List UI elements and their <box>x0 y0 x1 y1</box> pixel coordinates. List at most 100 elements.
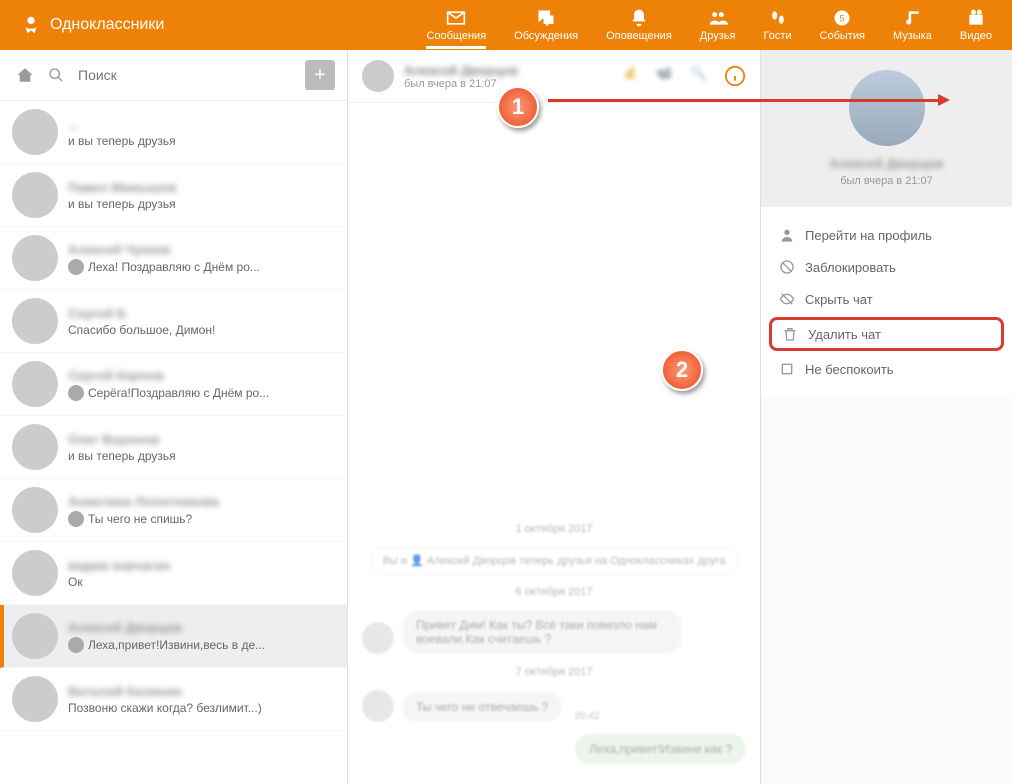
chat-list-item[interactable]: Анжелика Лопатникова Ты чего не спишь? <box>0 479 347 542</box>
nav-notifications[interactable]: Оповещения <box>606 8 672 42</box>
menu-dnd[interactable]: Не беспокоить <box>761 353 1012 385</box>
system-message: Вы и 👤 Алексей Дворцов теперь друзья на … <box>370 547 739 574</box>
menu-block[interactable]: Заблокировать <box>761 251 1012 283</box>
chat-avatar <box>12 487 58 533</box>
chat-list-item[interactable]: Виталий Калинин Позвоню скажи когда? без… <box>0 668 347 731</box>
info-icon[interactable] <box>724 65 746 87</box>
trash-icon <box>782 326 798 342</box>
plus-icon: + <box>314 64 326 87</box>
logo[interactable]: Одноклассники <box>20 14 164 36</box>
chat-name: Алексей Дворцов <box>68 620 335 635</box>
chat-avatar <box>12 298 58 344</box>
chat-header-avatar[interactable] <box>362 60 394 92</box>
chat-list-item[interactable]: вадим корчагин Ок <box>0 542 347 605</box>
search-bar: + <box>0 50 347 101</box>
money-icon[interactable]: 💰 <box>622 65 644 87</box>
search-chat-icon[interactable]: 🔍 <box>690 65 712 87</box>
chat-icon <box>536 8 556 28</box>
home-button[interactable] <box>12 62 38 88</box>
brand-name: Одноклассники <box>50 16 164 34</box>
chat-name: Сергей Карпов <box>68 368 335 383</box>
search-icon <box>48 67 64 83</box>
chat-avatar <box>12 550 58 596</box>
envelope-icon <box>446 8 466 28</box>
messages-area[interactable]: 1 октября 2017 Вы и 👤 Алексей Дворцов те… <box>348 103 760 784</box>
chat-header-actions: 💰 📹 🔍 <box>622 65 746 87</box>
nav-friends[interactable]: Друзья <box>700 8 736 42</box>
chat-avatar <box>12 613 58 659</box>
chat-name: Алексей Чукаев <box>68 242 335 257</box>
chat-preview: Леха,привет!Извини,весь в де... <box>68 637 335 653</box>
ok-logo-icon <box>20 14 42 36</box>
message-time: 20:42 <box>574 711 599 722</box>
mini-avatar <box>68 259 84 275</box>
main: + ... и вы теперь друзья Павел Мамышев и… <box>0 50 1012 784</box>
message-bubble: Ты чего не отвечаешь ? <box>402 692 562 722</box>
chat-list-item[interactable]: Олег Воронов и вы теперь друзья <box>0 416 347 479</box>
chat-list-item[interactable]: ... и вы теперь друзья <box>0 101 347 164</box>
eye-off-icon <box>779 291 795 307</box>
new-chat-button[interactable]: + <box>305 60 335 90</box>
nav-events[interactable]: 5События <box>820 8 865 42</box>
square-icon <box>779 361 795 377</box>
chat-preview: Позвоню скажи когда? безлимит...) <box>68 701 335 715</box>
panel-profile: Алексей Дворцов был вчера в 21:07 <box>761 50 1012 207</box>
sidebar: + ... и вы теперь друзья Павел Мамышев и… <box>0 50 348 784</box>
menu-hide-chat[interactable]: Скрыть чат <box>761 283 1012 315</box>
message-bubble: Леха,привет!Извини как ? <box>575 734 746 764</box>
nav-messages[interactable]: Сообщения <box>426 8 486 42</box>
mini-avatar <box>68 637 84 653</box>
menu-delete-chat[interactable]: Удалить чат <box>769 317 1004 351</box>
chat-preview: Ты чего не спишь? <box>68 511 335 527</box>
chat-list-item[interactable]: Алексей Чукаев Леха! Поздравляю с Днём р… <box>0 227 347 290</box>
chat-avatar <box>12 361 58 407</box>
message-avatar[interactable] <box>362 622 394 654</box>
call-icon[interactable]: 📹 <box>656 65 678 87</box>
chat-preview: и вы теперь друзья <box>68 197 335 211</box>
panel-menu: Перейти на профиль Заблокировать Скрыть … <box>761 207 1012 397</box>
chat-preview: и вы теперь друзья <box>68 134 335 148</box>
search-input[interactable] <box>74 63 295 87</box>
date-separator: 1 октября 2017 <box>362 523 746 535</box>
message-avatar[interactable] <box>362 690 394 722</box>
chat-preview: Спасибо большое, Димон! <box>68 323 335 337</box>
chat-list-item[interactable]: Павел Мамышев и вы теперь друзья <box>0 164 347 227</box>
friends-icon <box>708 8 728 28</box>
chat-list-item[interactable]: Сергей Карпов Серёга!Поздравляю с Днём р… <box>0 353 347 416</box>
profile-avatar[interactable] <box>849 70 925 146</box>
menu-goto-profile[interactable]: Перейти на профиль <box>761 219 1012 251</box>
nav-video[interactable]: Видео <box>960 8 992 42</box>
chat-name: ... <box>68 117 335 132</box>
nav-guests[interactable]: Гости <box>763 8 791 42</box>
chat-preview: Леха! Поздравляю с Днём ро... <box>68 259 335 275</box>
chat-list-item[interactable]: Сергей Б Спасибо большое, Димон! <box>0 290 347 353</box>
mini-avatar <box>68 511 84 527</box>
profile-status: был вчера в 21:07 <box>761 175 1012 187</box>
chat-list-item[interactable]: Алексей Дворцов Леха,привет!Извини,весь … <box>0 605 347 668</box>
date-separator: 6 октября 2017 <box>362 586 746 598</box>
chat-preview: Серёга!Поздравляю с Днём ро... <box>68 385 335 401</box>
nav-discussions[interactable]: Обсуждения <box>514 8 578 42</box>
annotation-2: 2 <box>661 349 703 391</box>
chat-preview: Ок <box>68 575 335 589</box>
chat-avatar <box>12 676 58 722</box>
profile-name: Алексей Дворцов <box>761 156 1012 171</box>
top-nav: Сообщения Обсуждения Оповещения Друзья Г… <box>426 8 992 42</box>
chat-name: Анжелика Лопатникова <box>68 494 335 509</box>
star-badge-icon: 5 <box>832 8 852 28</box>
chat-list[interactable]: ... и вы теперь друзья Павел Мамышев и в… <box>0 101 347 784</box>
chat-name: Олег Воронов <box>68 432 335 447</box>
chat-name: Сергей Б <box>68 306 335 321</box>
music-icon <box>902 8 922 28</box>
block-icon <box>779 259 795 275</box>
chat-header: Алексей Дворцов был вчера в 21:07 💰 📹 🔍 <box>348 50 760 103</box>
home-icon <box>16 66 34 84</box>
annotation-1: 1 <box>497 86 539 128</box>
footsteps-icon <box>768 8 788 28</box>
chat-view: Алексей Дворцов был вчера в 21:07 💰 📹 🔍 … <box>348 50 760 784</box>
nav-music[interactable]: Музыка <box>893 8 932 42</box>
message-row: Привет Дим! Как ты? Всё таки повезло нам… <box>362 610 746 654</box>
chat-avatar <box>12 109 58 155</box>
date-separator: 7 октября 2017 <box>362 666 746 678</box>
message-row-own: Леха,привет!Извини как ? <box>362 734 746 764</box>
